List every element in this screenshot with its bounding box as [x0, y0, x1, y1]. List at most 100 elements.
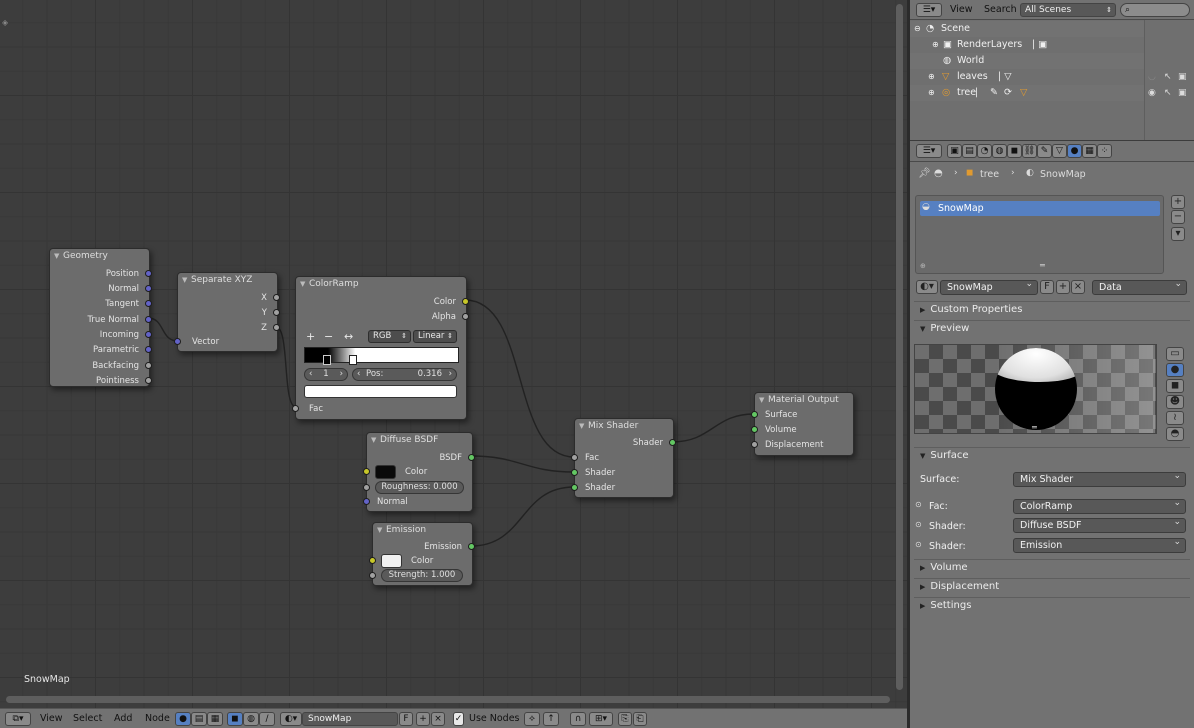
parent-node-button[interactable]: ↑ — [543, 712, 559, 726]
socket-strength[interactable] — [369, 572, 376, 579]
preview-monkey-button[interactable]: ☻ — [1166, 395, 1184, 409]
tab-world[interactable]: ◍ — [992, 144, 1007, 158]
outliner-search-input[interactable]: ⌕ — [1120, 3, 1190, 17]
emission-color-swatch[interactable] — [381, 554, 402, 568]
panel-custom-properties[interactable]: ▶ Custom Properties — [920, 304, 1022, 315]
corner-handle-icon[interactable]: ◈ — [2, 18, 8, 27]
socket-fac[interactable] — [292, 405, 299, 412]
slot-specials-button[interactable]: ▾ — [1171, 227, 1185, 241]
material-browse-button[interactable]: ◐▾ — [916, 280, 938, 294]
unlink-material-button[interactable]: × — [1071, 280, 1085, 294]
preview-flat-button[interactable]: ▭ — [1166, 347, 1184, 361]
visibility-eye-icon[interactable]: ◡ — [1148, 72, 1156, 82]
socket-volume[interactable] — [751, 426, 758, 433]
emission-header[interactable]: ▼ Emission — [373, 523, 472, 538]
socket-backfacing[interactable] — [145, 362, 152, 369]
fake-user-button[interactable]: F — [1040, 280, 1054, 294]
socket-pointiness[interactable] — [145, 377, 152, 384]
socket-normal[interactable] — [145, 285, 152, 292]
panel-preview[interactable]: ▼ Preview — [920, 323, 969, 334]
resize-grip-icon[interactable]: ═ — [1040, 261, 1045, 270]
render-camera-icon[interactable]: ▣ — [1178, 72, 1187, 82]
expand-icon[interactable]: ⊕ — [932, 37, 939, 53]
world-shader-button[interactable]: ◍ — [243, 712, 259, 726]
tab-render[interactable]: ▣ — [947, 144, 962, 158]
socket-position[interactable] — [145, 270, 152, 277]
link-mode-select[interactable]: Data — [1092, 278, 1187, 295]
outliner-row-scene[interactable]: ⊖ ◔ Scene — [910, 21, 1144, 37]
diffuse-color-swatch[interactable] — [375, 465, 396, 479]
scene-display-select[interactable]: All Scenes ⇕ — [1020, 3, 1116, 17]
socket-x[interactable] — [273, 294, 280, 301]
filter-icon[interactable]: ⊕ — [920, 262, 926, 270]
socket-alpha[interactable] — [462, 313, 469, 320]
ramp-stop-black[interactable] — [323, 355, 331, 365]
menu-add[interactable]: Add — [114, 713, 132, 724]
tab-modifiers[interactable]: ✎ — [1037, 144, 1052, 158]
outliner-menu-search[interactable]: Search — [984, 4, 1017, 15]
tab-material[interactable]: ● — [1067, 144, 1082, 158]
snap-mode-button[interactable]: ⊞▾ — [589, 712, 613, 726]
horizontal-scrollbar[interactable] — [6, 696, 890, 703]
socket-emission-color[interactable] — [369, 557, 376, 564]
resize-grip-icon[interactable]: ═ — [1032, 423, 1037, 432]
socket-displacement[interactable] — [751, 441, 758, 448]
select-arrow-icon[interactable]: ↖ — [1164, 88, 1172, 98]
tab-object[interactable]: ◼ — [1007, 144, 1022, 158]
snap-toggle-button[interactable]: ⟡ — [524, 712, 540, 726]
socket-link-icon[interactable]: ⊙ — [915, 540, 922, 549]
tab-particles[interactable]: ⁘ — [1097, 144, 1112, 158]
use-nodes-checkbox[interactable]: ✓ — [453, 712, 464, 726]
tab-constraints[interactable]: ⛓ — [1022, 144, 1037, 158]
collapse-triangle-icon[interactable]: ▼ — [371, 433, 376, 448]
collapse-triangle-icon[interactable]: ▼ — [54, 249, 59, 264]
fake-user-button[interactable]: F — [399, 712, 413, 726]
socket-parametric[interactable] — [145, 346, 152, 353]
diffuse-bsdf-header[interactable]: ▼ Diffuse BSDF — [367, 433, 472, 448]
socket-y[interactable] — [273, 309, 280, 316]
colorramp-header[interactable]: ▼ ColorRamp — [296, 277, 466, 292]
surface-shader-select[interactable]: Mix Shader — [1013, 470, 1186, 487]
tab-render-layers[interactable]: ▤ — [962, 144, 977, 158]
expand-icon[interactable]: ⊕ — [928, 69, 935, 85]
pin-icon[interactable]: 📌︎ — [918, 168, 931, 179]
material-slot-item[interactable]: ◒ SnowMap — [920, 201, 1160, 216]
menu-select[interactable]: Select — [73, 713, 102, 724]
material-name-field[interactable]: SnowMap — [940, 278, 1038, 295]
outliner-row-tree[interactable]: ⊕ ◎ tree | ✎ ⟳ ▽ — [910, 85, 1144, 101]
socket-mix-fac[interactable] — [571, 454, 578, 461]
collapse-icon[interactable]: ⊖ — [914, 21, 921, 37]
new-material-button[interactable]: + — [416, 712, 430, 726]
collapse-triangle-icon[interactable]: ▼ — [182, 273, 187, 288]
outliner-menu-view[interactable]: View — [950, 4, 973, 15]
outliner-row-leaves[interactable]: ⊕ ▽ leaves | ▽ — [910, 69, 1144, 85]
ramp-stop-white[interactable] — [349, 355, 357, 365]
compositing-nodes-button[interactable]: ▤ — [191, 712, 207, 726]
socket-color[interactable] — [462, 298, 469, 305]
roughness-field[interactable]: Roughness: 0.000 — [375, 481, 464, 494]
socket-link-icon[interactable]: ⊙ — [915, 500, 922, 509]
emission-node[interactable]: ▼ Emission Emission Color Strength: 1.000 — [369, 522, 475, 586]
object-shader-button[interactable]: ◼ — [227, 712, 243, 726]
render-camera-icon[interactable]: ▣ — [1178, 88, 1187, 98]
select-arrow-icon[interactable]: ↖ — [1164, 72, 1172, 82]
node-editor[interactable]: ▼ Geometry Position Normal Tangent True N… — [0, 0, 908, 708]
stop-color-swatch[interactable] — [304, 385, 457, 398]
editor-type-button[interactable]: ⧉▾ — [5, 712, 31, 726]
remove-stop-button[interactable]: − — [324, 330, 333, 343]
panel-displacement[interactable]: ▶ Displacement — [920, 581, 999, 592]
remove-slot-button[interactable]: − — [1171, 210, 1185, 224]
interpolation-select[interactable]: Linear ⇕ — [413, 330, 457, 343]
new-material-button[interactable]: + — [1056, 280, 1070, 294]
strength-field[interactable]: Strength: 1.000 — [381, 569, 463, 582]
socket-diffuse-color[interactable] — [363, 468, 370, 475]
linestyle-button[interactable]: ∕ — [259, 712, 275, 726]
collapse-triangle-icon[interactable]: ▼ — [579, 419, 584, 434]
material-name-field[interactable]: SnowMap — [302, 712, 398, 726]
socket-shader-1[interactable] — [571, 469, 578, 476]
paste-nodes-button[interactable]: ⎗ — [633, 712, 647, 726]
color-mode-select[interactable]: RGB ⇕ — [368, 330, 411, 343]
socket-shader-out[interactable] — [669, 439, 676, 446]
socket-true-normal[interactable] — [145, 316, 152, 323]
shader2-input-select[interactable]: Emission — [1013, 536, 1186, 553]
